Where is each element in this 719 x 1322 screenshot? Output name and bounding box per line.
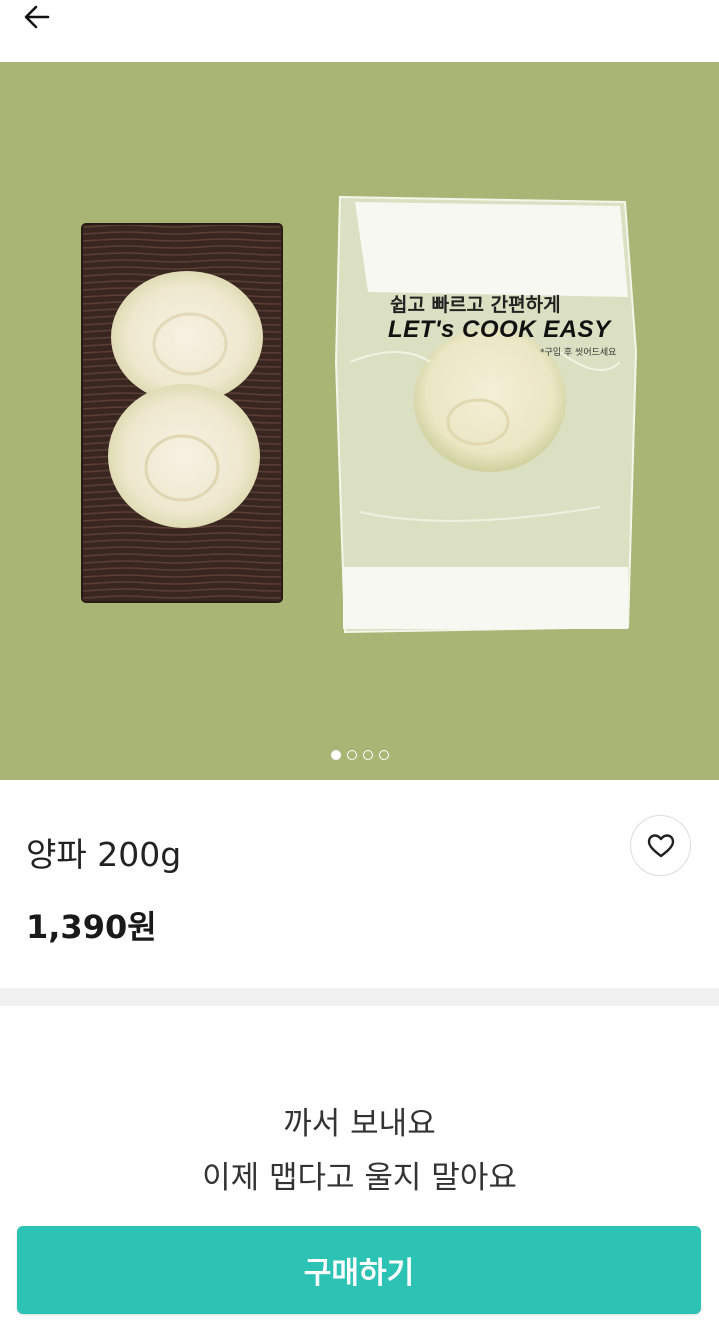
top-bar [0,0,719,62]
carousel-dot[interactable] [362,750,373,760]
carousel-dot[interactable] [330,750,341,760]
product-name: 양파 200g [26,835,182,874]
buy-button[interactable]: 구매하기 [17,1226,701,1314]
back-button[interactable] [22,0,78,34]
heart-outline-icon [647,833,674,857]
product-photo [0,62,719,780]
product-image-carousel[interactable]: 쉽고 빠르고 간편하게 LET's COOK EASY *구입 후 씻어드세요 [0,62,719,780]
product-info: 양파 200g 1,390원 [0,780,719,988]
package-note: *구입 후 씻어드세요 [540,348,617,358]
wishlist-button[interactable] [630,815,691,876]
description-line: 이제 맵다고 울지 말아요 [202,1160,517,1196]
product-price: 1,390원 [26,908,157,946]
package-tagline: 쉽고 빠르고 간편하게 [390,294,561,316]
description-line: 까서 보내요 [283,1106,436,1142]
arrow-left-icon [24,5,50,29]
carousel-indicator [0,750,719,760]
carousel-dot[interactable] [378,750,389,760]
carousel-dot[interactable] [346,750,357,760]
section-divider [0,988,719,1006]
package-brand: LET's COOK EASY [388,316,611,343]
